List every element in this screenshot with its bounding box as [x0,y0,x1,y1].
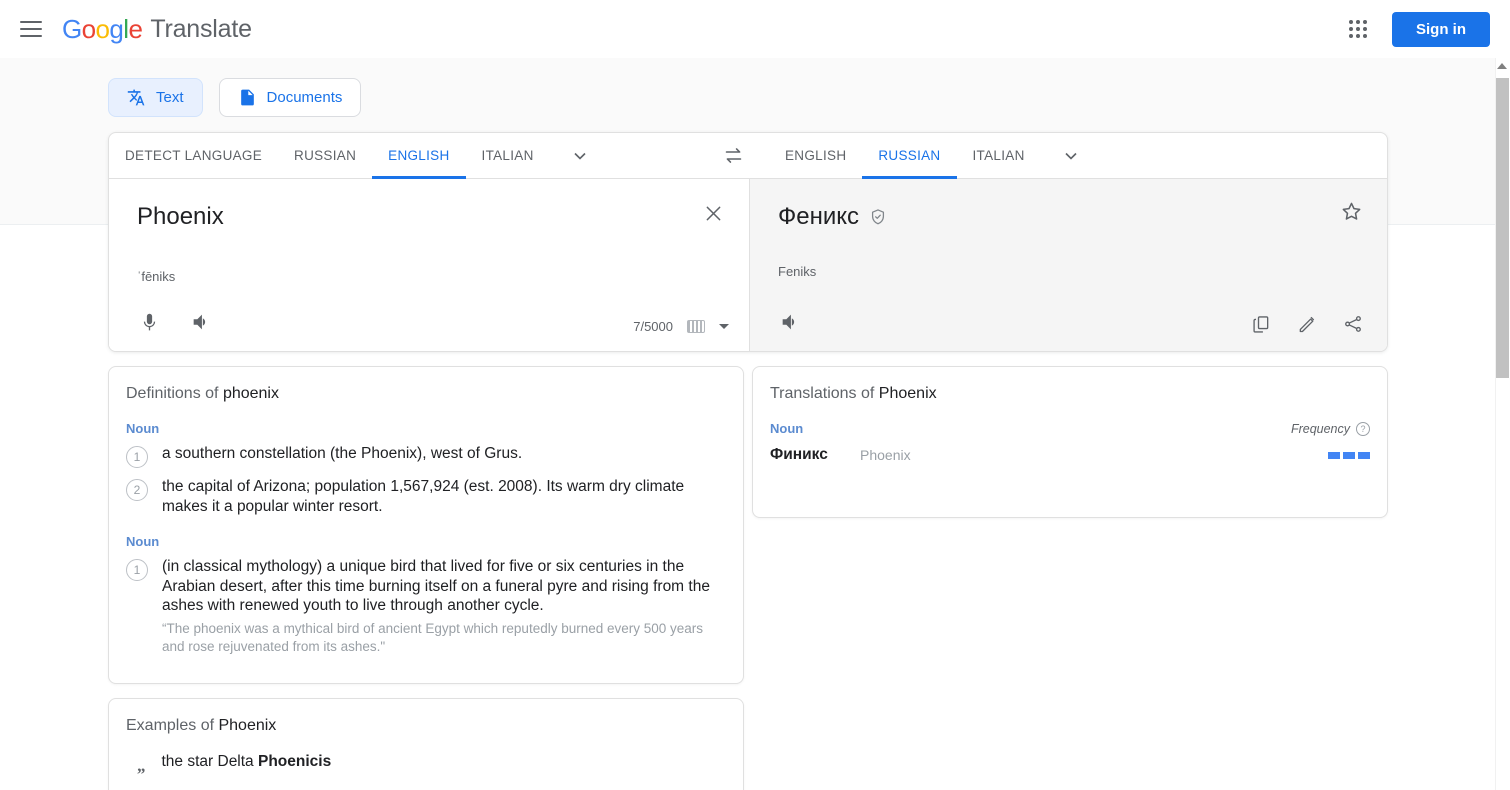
pencil-edit-icon[interactable] [1291,308,1323,340]
translations-card: Translations of Phoenix Noun Frequency ?… [752,366,1388,518]
mode-tabs: Text Documents [108,78,362,117]
translations-title-prefix: Translations of [770,385,879,402]
source-actions [133,306,217,338]
frequency-label: Frequency [1290,422,1350,436]
logo-letter-g2: g [109,14,124,44]
hamburger-menu-icon[interactable] [20,17,44,41]
tab-text-label: Text [156,89,184,106]
keyboard-icon[interactable] [687,320,705,333]
examples-title-word: Phoenix [218,717,277,734]
source-tab-detect-language[interactable]: DETECT LANGUAGE [109,133,278,178]
target-transliteration: Feniks [778,264,817,279]
translation-row[interactable]: Финикс Phoenix [753,446,1387,464]
target-actions-left [774,306,806,338]
definitions-card: Definitions of phoenix Noun 1 a southern… [108,366,744,684]
google-translate-page: Google Translate Sign in Text Documents … [0,0,1510,790]
scroll-up-arrow-icon[interactable] [1497,60,1508,71]
character-counter: 7/5000 [633,319,673,334]
target-tab-italian[interactable]: ITALIAN [957,133,1041,178]
keyboard-caret-down-icon[interactable] [719,324,729,329]
swap-languages-container [697,133,769,178]
source-speaker-icon[interactable] [185,306,217,338]
app-header: Google Translate Sign in [0,0,1510,58]
definition-number: 1 [126,559,148,582]
tab-text[interactable]: Text [108,78,203,117]
definitions-group-2-pos: Noun [126,534,160,550]
source-tab-italian[interactable]: ITALIAN [466,133,550,178]
translation-back-translation: Phoenix [860,447,911,463]
target-speaker-icon[interactable] [774,306,806,338]
example-text-prefix: the star Delta [161,753,258,770]
logo-letter-g1: G [62,14,82,44]
document-icon [238,88,257,107]
examples-card: Examples of Phoenix „ the star Delta Pho… [108,698,744,790]
definition-text: the capital of Arizona; population 1,567… [162,478,685,515]
quote-mark-icon: „ [137,756,146,775]
source-text-input[interactable]: Phoenix [137,203,224,231]
definition-entry: 1 (in classical mythology) a unique bird… [109,557,743,655]
logo-letter-o2: o [95,14,110,44]
swap-languages-icon[interactable] [715,138,751,174]
apps-grid-icon[interactable] [1346,17,1370,41]
clear-source-text-close-icon[interactable] [695,195,731,231]
google-translate-logo[interactable]: Google Translate [62,15,252,44]
translations-title-word: Phoenix [878,385,937,402]
help-circle-icon[interactable]: ? [1356,422,1370,436]
definition-number: 2 [126,479,148,501]
examples-title: Examples of Phoenix [109,699,743,735]
microphone-icon[interactable] [133,306,165,338]
source-more-languages-chevron-down-icon[interactable] [550,133,610,178]
definition-entry: 2 the capital of Arizona; population 1,5… [109,477,743,516]
logo-letter-e: e [128,14,143,44]
definition-text: a southern constellation (the Phoenix), … [162,445,523,462]
examples-title-prefix: Examples of [126,717,219,734]
target-tab-russian[interactable]: RUSSIAN [862,133,957,179]
frequency-header: Frequency ? [1291,422,1370,436]
translate-icon [127,88,146,107]
frequency-bars [1328,451,1370,459]
definition-entry: 1 a southern constellation (the Phoenix)… [109,444,743,468]
translated-text-value: Феникс [778,203,860,230]
target-pane: Феникс Feniks [750,179,1387,351]
source-transliteration: ˈfēniks [137,269,176,284]
google-wordmark: Google [62,14,143,44]
tab-documents[interactable]: Documents [218,78,362,117]
definition-number: 1 [126,446,148,468]
language-bar: DETECT LANGUAGE RUSSIAN ENGLISH ITALIAN [109,133,1387,179]
translate-panes: Phoenix ˈfēniks 7/5000 Феникс Feniks [109,179,1387,351]
star-outline-icon[interactable] [1333,193,1369,229]
source-counter-row: 7/5000 [633,319,729,334]
scrollbar-thumb[interactable] [1496,78,1509,378]
definitions-title-prefix: Definitions of [126,385,223,402]
source-tab-russian[interactable]: RUSSIAN [278,133,372,178]
source-language-tabs: DETECT LANGUAGE RUSSIAN ENGLISH ITALIAN [109,133,697,179]
definitions-group-1-pos: Noun [126,421,160,436]
example-item: „ the star Delta Phoenicis [109,735,743,774]
copy-icon[interactable] [1245,308,1277,340]
header-actions: Sign in [1346,11,1510,47]
logo-letter-o1: o [81,14,96,44]
translation-word: Финикс [770,446,828,463]
tab-documents-label: Documents [266,89,343,106]
product-name: Translate [150,14,252,43]
definition-text: (in classical mythology) a unique bird t… [162,558,710,615]
example-text: the star Delta Phoenicis [162,753,332,771]
definition-example-quote: “The phoenix was a mythical bird of anci… [162,620,704,654]
target-more-languages-chevron-down-icon[interactable] [1041,133,1101,178]
verified-shield-icon [869,208,887,226]
target-language-tabs: ENGLISH RUSSIAN ITALIAN [769,133,1101,179]
definitions-title: Definitions of phoenix [109,367,743,403]
definitions-title-word: phoenix [222,385,279,402]
source-pane: Phoenix ˈfēniks 7/5000 [109,179,750,351]
translations-title: Translations of Phoenix [753,367,1387,403]
example-text-highlight: Phoenicis [258,753,332,770]
translate-card: DETECT LANGUAGE RUSSIAN ENGLISH ITALIAN [108,132,1388,352]
target-tab-english[interactable]: ENGLISH [769,133,862,178]
share-icon[interactable] [1337,308,1369,340]
page-scrollbar[interactable] [1495,58,1510,790]
target-actions-right [1245,308,1369,340]
source-tab-english[interactable]: ENGLISH [372,133,466,179]
translated-text: Феникс [778,203,887,231]
sign-in-button[interactable]: Sign in [1392,11,1490,47]
